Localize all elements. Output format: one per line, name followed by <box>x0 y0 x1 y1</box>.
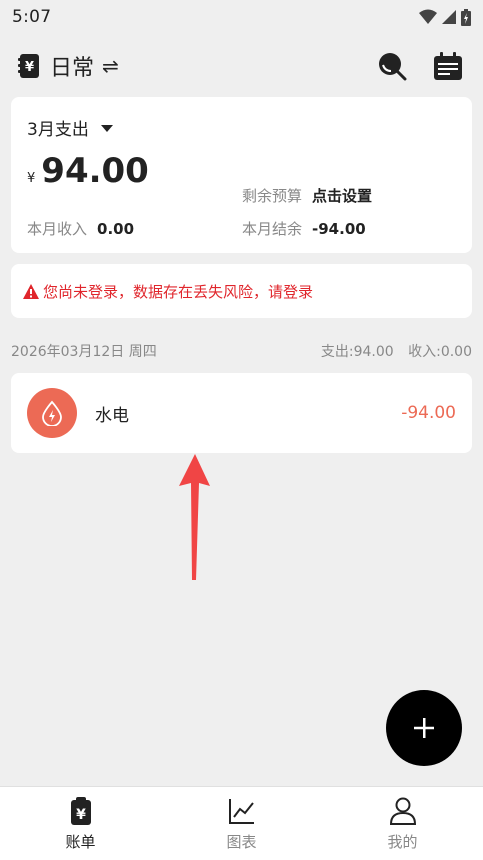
nav-charts[interactable]: 图表 <box>161 787 322 860</box>
income-value: 0.00 <box>97 219 135 238</box>
ledger-icon: ¥ <box>18 54 39 78</box>
budget-label: 剩余预算 <box>242 187 303 205</box>
group-expense: 支出:94.00 <box>320 344 394 360</box>
balance-label: 本月结余 <box>242 220 303 238</box>
bill-icon: ¥ <box>70 797 91 825</box>
login-warning-banner[interactable]: 您尚未登录，数据存在丢失风险，请登录 <box>11 264 472 318</box>
group-income: 收入:0.00 <box>408 344 472 360</box>
month-label: 3月支出 <box>27 120 89 140</box>
search-button[interactable] <box>375 49 409 83</box>
person-icon <box>389 797 416 825</box>
chart-icon <box>228 799 254 824</box>
nav-profile[interactable]: 我的 <box>322 787 483 860</box>
wifi-icon <box>419 9 437 24</box>
expense-total: ¥ 94.00 <box>27 151 149 191</box>
budget-row[interactable]: 剩余预算 点击设置 <box>242 185 372 206</box>
day-group-header: 2026年03月12日 周四 支出:94.00 收入:0.00 <box>11 341 472 361</box>
transaction-amount: -94.00 <box>401 403 456 423</box>
group-totals: 支出:94.00 收入:0.00 <box>321 341 472 361</box>
income-label: 本月收入 <box>27 220 88 238</box>
nav-profile-label: 我的 <box>387 833 418 851</box>
month-selector[interactable]: 3月支出 <box>27 115 113 140</box>
nav-charts-label: 图表 <box>226 833 257 851</box>
signal-icon <box>442 10 456 24</box>
battery-icon <box>461 8 471 26</box>
warning-text: 您尚未登录，数据存在丢失风险，请登录 <box>43 282 314 301</box>
nav-bills[interactable]: ¥ 账单 <box>0 787 161 860</box>
transaction-category: 水电 <box>95 405 129 426</box>
svg-text:¥: ¥ <box>76 807 86 823</box>
currency-symbol: ¥ <box>27 171 36 186</box>
status-bar: 5:07 <box>0 0 483 34</box>
swap-ledger-icon[interactable]: ⇌ <box>102 54 119 78</box>
ledger-title[interactable]: 日常 <box>50 50 94 82</box>
status-time: 5:07 <box>12 7 52 27</box>
app-bar: ¥ 日常 ⇌ <box>0 40 483 92</box>
water-drop-icon <box>27 388 77 438</box>
search-icon <box>379 53 407 81</box>
monthly-summary-card: 3月支出 ¥ 94.00 剩余预算 点击设置 本月收入 0.00 本月结余 -9… <box>11 97 472 253</box>
warning-icon <box>23 283 39 299</box>
calendar-button[interactable] <box>431 49 465 83</box>
income-row: 本月收入 0.00 <box>27 218 134 239</box>
status-icons <box>419 8 471 26</box>
svg-text:¥: ¥ <box>25 60 34 75</box>
balance-row: 本月结余 -94.00 <box>242 218 366 239</box>
expense-amount: 94.00 <box>41 151 149 191</box>
plus-icon <box>414 718 434 738</box>
bottom-nav: ¥ 账单 图表 我的 <box>0 786 483 860</box>
budget-set-link[interactable]: 点击设置 <box>312 185 372 206</box>
transaction-item[interactable]: 水电 -94.00 <box>11 373 472 453</box>
nav-bills-label: 账单 <box>65 833 96 851</box>
add-record-button[interactable] <box>386 690 462 766</box>
annotation-arrow <box>179 454 210 580</box>
caret-down-icon <box>100 125 113 132</box>
balance-value: -94.00 <box>312 219 366 238</box>
calendar-icon <box>434 52 462 80</box>
group-date: 2026年03月12日 周四 <box>11 344 157 360</box>
